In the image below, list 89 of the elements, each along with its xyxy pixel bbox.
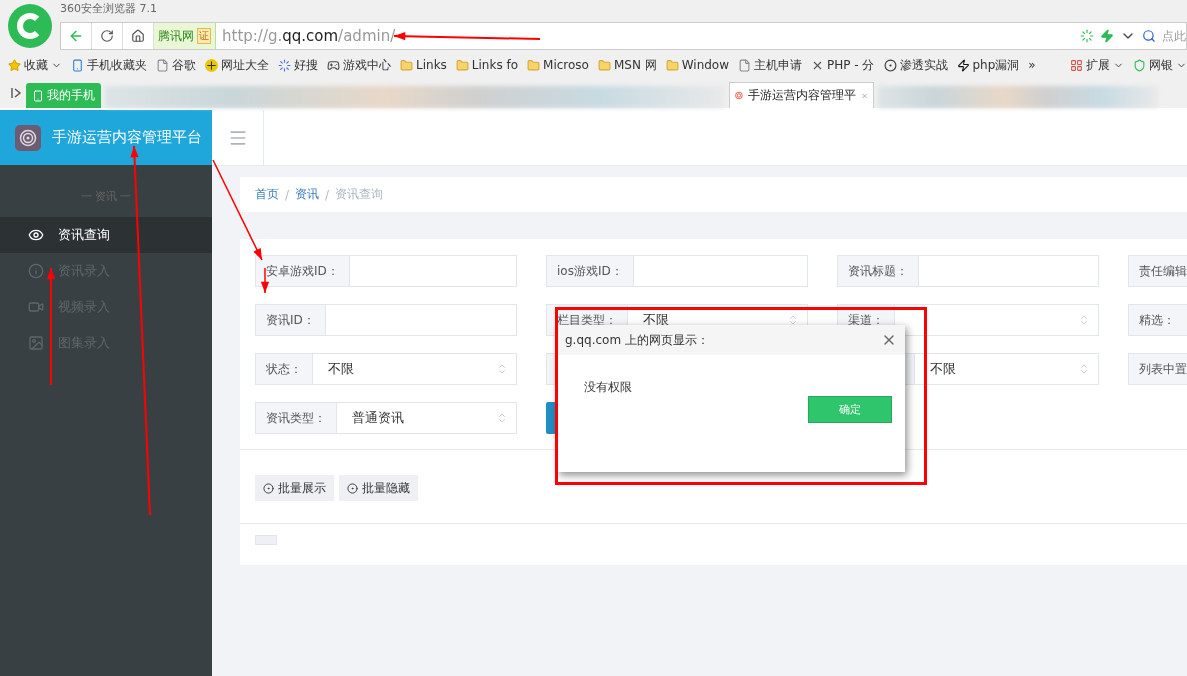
- folder-icon: [400, 58, 413, 72]
- bookmark[interactable]: php漏洞: [956, 56, 1020, 74]
- input-field[interactable]: 资讯标题：: [837, 255, 1099, 287]
- phone-icon: [71, 58, 84, 72]
- bookmark[interactable]: 网址大全: [205, 56, 269, 74]
- gamepad-icon: [327, 58, 340, 72]
- updown-icon: [496, 412, 508, 424]
- plus-icon: [205, 58, 218, 72]
- updown-icon: [1078, 314, 1090, 326]
- select-value: 普通资讯: [352, 409, 404, 427]
- bookmark[interactable]: 好搜: [278, 56, 318, 74]
- bookmark[interactable]: Links fo: [455, 58, 519, 72]
- select-value: 不限: [328, 360, 354, 378]
- bolt-icon[interactable]: [1100, 29, 1114, 43]
- field-label: 安卓游戏ID：: [256, 256, 350, 286]
- field-label: 精选：: [1128, 304, 1187, 336]
- swirl-icon: [735, 89, 743, 102]
- back-icon[interactable]: [68, 28, 84, 44]
- info-icon: [28, 263, 44, 279]
- updown-icon: [1078, 363, 1090, 375]
- bookmark[interactable]: 谷歌: [156, 56, 196, 74]
- bookmark[interactable]: Links: [400, 58, 447, 72]
- input-field[interactable]: ios游戏ID：: [546, 255, 808, 287]
- field-label: 列表中置: [1128, 353, 1187, 385]
- eye-icon: [28, 227, 44, 243]
- bookmark[interactable]: Window: [665, 58, 730, 72]
- search-placeholder: 点此: [1162, 27, 1186, 45]
- search-icon[interactable]: [1142, 29, 1156, 43]
- field-label: 责任编辑: [1128, 255, 1187, 287]
- bookmark[interactable]: 收藏: [8, 56, 62, 74]
- select-value: 不限: [930, 360, 956, 378]
- browser-logo: [8, 4, 52, 48]
- folder-icon: [455, 58, 469, 72]
- nav-item[interactable]: 资讯查询: [0, 217, 212, 253]
- certificate-badge: 证: [197, 28, 211, 44]
- folder-icon: [665, 58, 679, 72]
- sidebar-toggle-icon[interactable]: [10, 87, 22, 99]
- input-field[interactable]: 资讯ID：: [255, 304, 517, 336]
- field-label: ios游戏ID：: [547, 256, 634, 286]
- page-icon: [738, 58, 752, 72]
- spinner-icon[interactable]: [1080, 29, 1094, 43]
- breadcrumb-link[interactable]: 首页: [255, 186, 279, 203]
- video-camera-icon: [28, 299, 44, 315]
- radio-dot-icon: [347, 482, 358, 494]
- window-title: 360安全浏览器 7.1: [60, 1, 158, 17]
- select-value: 不限: [643, 311, 669, 329]
- bookmark[interactable]: 主机申请: [738, 56, 803, 74]
- batch-button[interactable]: 批量展示: [255, 475, 334, 501]
- more-bookmarks[interactable]: »: [1028, 58, 1036, 72]
- home-icon[interactable]: [131, 29, 145, 43]
- phone-icon: [32, 89, 44, 102]
- field-label: 资讯类型：: [256, 403, 337, 433]
- url-text: http://g.qq.com/admin/: [222, 27, 396, 45]
- toolbar-menu[interactable]: 网银: [1133, 56, 1187, 74]
- bookmark[interactable]: 手机收藏夹: [71, 56, 147, 74]
- bookmark[interactable]: 渗透实战: [883, 56, 948, 74]
- bookmark[interactable]: MSN 网: [597, 56, 657, 74]
- bookmark[interactable]: PHP - 分: [811, 56, 875, 74]
- image-icon: [28, 335, 44, 351]
- site-badge[interactable]: 腾讯网 证: [154, 23, 216, 49]
- select-field[interactable]: 资讯类型： 普通资讯: [255, 402, 517, 434]
- refresh-icon[interactable]: [100, 29, 114, 43]
- toolbar-menu[interactable]: 扩展: [1070, 56, 1124, 74]
- breadcrumb-separator: /: [285, 187, 290, 202]
- app-logo: [15, 124, 41, 151]
- shield-icon: [1133, 58, 1146, 72]
- folder-icon: [597, 58, 611, 72]
- grid-icon: [1070, 58, 1083, 72]
- bookmark[interactable]: 游戏中心: [327, 56, 391, 74]
- select-field[interactable]: 状态： 不限: [255, 353, 517, 385]
- breadcrumb-separator: /: [325, 187, 330, 202]
- input-field[interactable]: 安卓游戏ID：: [255, 255, 517, 287]
- radio-dot-icon: [263, 482, 274, 494]
- dialog-message: 没有权限: [584, 379, 632, 396]
- bookmark[interactable]: Microso: [527, 58, 589, 72]
- field-label: 资讯ID：: [256, 305, 326, 335]
- browser-tab[interactable]: 手游运营内容管理平: [729, 82, 874, 108]
- field-label: 状态：: [256, 354, 313, 384]
- updown-icon: [787, 314, 799, 326]
- page-icon: [156, 58, 169, 72]
- updown-icon: [496, 363, 508, 375]
- breadcrumb-link[interactable]: 资讯: [295, 186, 320, 203]
- field-label: 资讯标题：: [838, 256, 919, 286]
- batch-button[interactable]: 批量隐藏: [339, 475, 418, 501]
- bolt-icon: [956, 58, 970, 72]
- folder-icon: [527, 58, 541, 72]
- star-icon: [8, 58, 21, 72]
- address-bar[interactable]: 腾讯网 证 http://g.qq.com/admin/ 点此: [60, 22, 1187, 50]
- app-title: 手游运营内容管理平台: [52, 128, 202, 147]
